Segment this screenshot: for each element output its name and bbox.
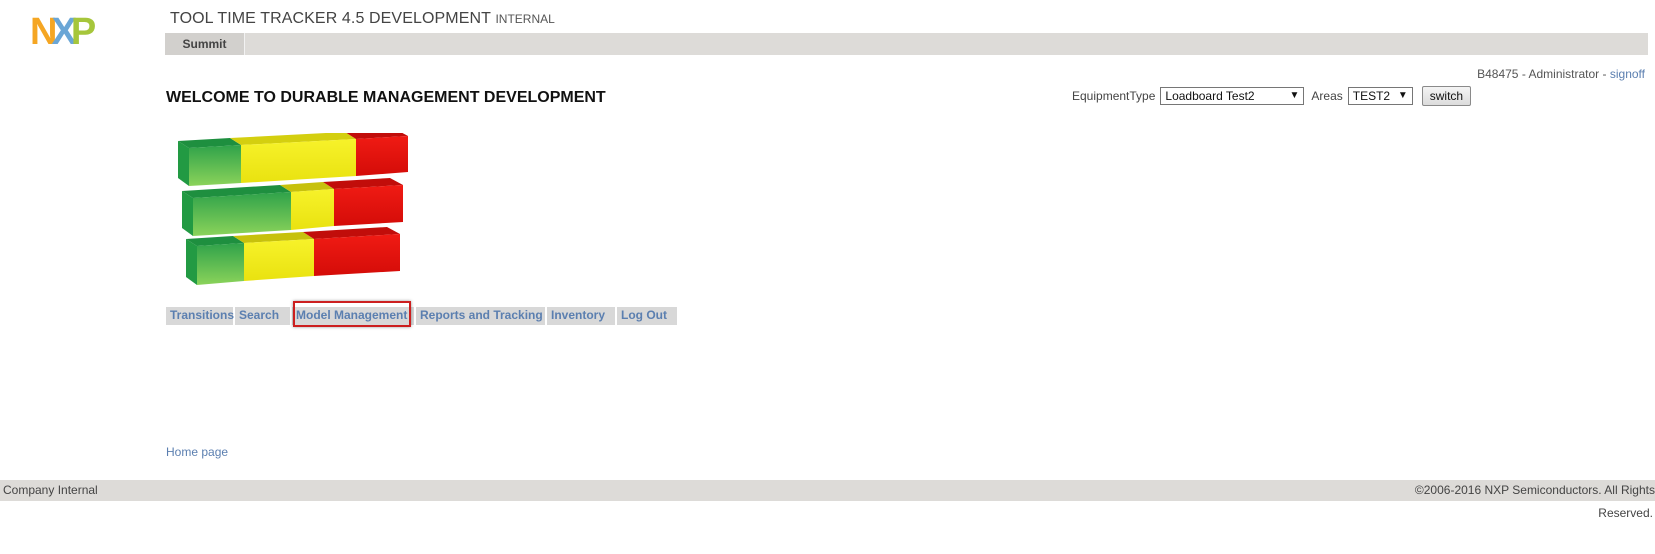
areas-label: Areas: [1311, 89, 1343, 103]
home-page-link[interactable]: Home page: [166, 445, 228, 459]
menu-item-transitions[interactable]: Transitions: [166, 307, 234, 325]
logo-letter-x: X: [51, 11, 76, 53]
menu-item-reports-and-tracking[interactable]: Reports and Tracking: [416, 307, 545, 325]
equipment-controls: EquipmentType Loadboard Test2 ▼ Areas TE…: [1072, 86, 1472, 106]
tab-summit[interactable]: Summit: [165, 33, 245, 55]
signoff-link[interactable]: signoff: [1610, 67, 1645, 81]
footer-copyright: ©2006-2016 NXP Semiconductors. All Right…: [1414, 483, 1655, 497]
dropdown-arrow-icon: ▼: [1397, 90, 1408, 101]
menu-item-log-out[interactable]: Log Out: [617, 307, 677, 325]
bar-1: [178, 133, 408, 186]
app-title-suffix: INTERNAL: [495, 12, 555, 26]
equipment-type-select[interactable]: Loadboard Test2 ▼: [1160, 87, 1305, 105]
footer: Company Internal ©2006-2016 NXP Semicond…: [0, 480, 1655, 501]
equipment-type-value: Loadboard Test2: [1165, 89, 1255, 103]
logo-letter-p: P: [70, 11, 96, 53]
traffic-bars-graphic: [178, 133, 408, 285]
footer-reserved: Reserved.: [1598, 506, 1653, 520]
menu-item-inventory[interactable]: Inventory: [547, 307, 615, 325]
logo-letter-n: N: [30, 11, 58, 53]
page-title: WELCOME TO DURABLE MANAGEMENT DEVELOPMEN…: [166, 89, 606, 106]
app-title-main: TOOL TIME TRACKER 4.5 DEVELOPMENT: [170, 10, 492, 27]
bar-3: [186, 227, 400, 285]
user-info: B48475 - Administrator - signoff: [1477, 67, 1645, 81]
main-menu: Transitions Search Model Management Repo…: [166, 307, 679, 325]
menu-item-search[interactable]: Search: [235, 307, 290, 325]
top-nav-bar: [165, 33, 1648, 55]
footer-company-internal: Company Internal: [3, 483, 98, 497]
dropdown-arrow-icon: ▼: [1289, 90, 1300, 101]
equipment-type-label: EquipmentType: [1072, 89, 1156, 103]
menu-item-model-management[interactable]: Model Management: [292, 307, 414, 325]
areas-value: TEST2: [1352, 89, 1391, 103]
areas-select[interactable]: TEST2 ▼: [1347, 87, 1413, 105]
nxp-logo: NXP: [30, 12, 126, 52]
app-title: TOOL TIME TRACKER 4.5 DEVELOPMENT INTERN…: [170, 10, 555, 28]
user-info-text: B48475 - Administrator -: [1477, 67, 1607, 81]
switch-button[interactable]: switch: [1421, 86, 1472, 106]
bar-2: [182, 178, 403, 236]
